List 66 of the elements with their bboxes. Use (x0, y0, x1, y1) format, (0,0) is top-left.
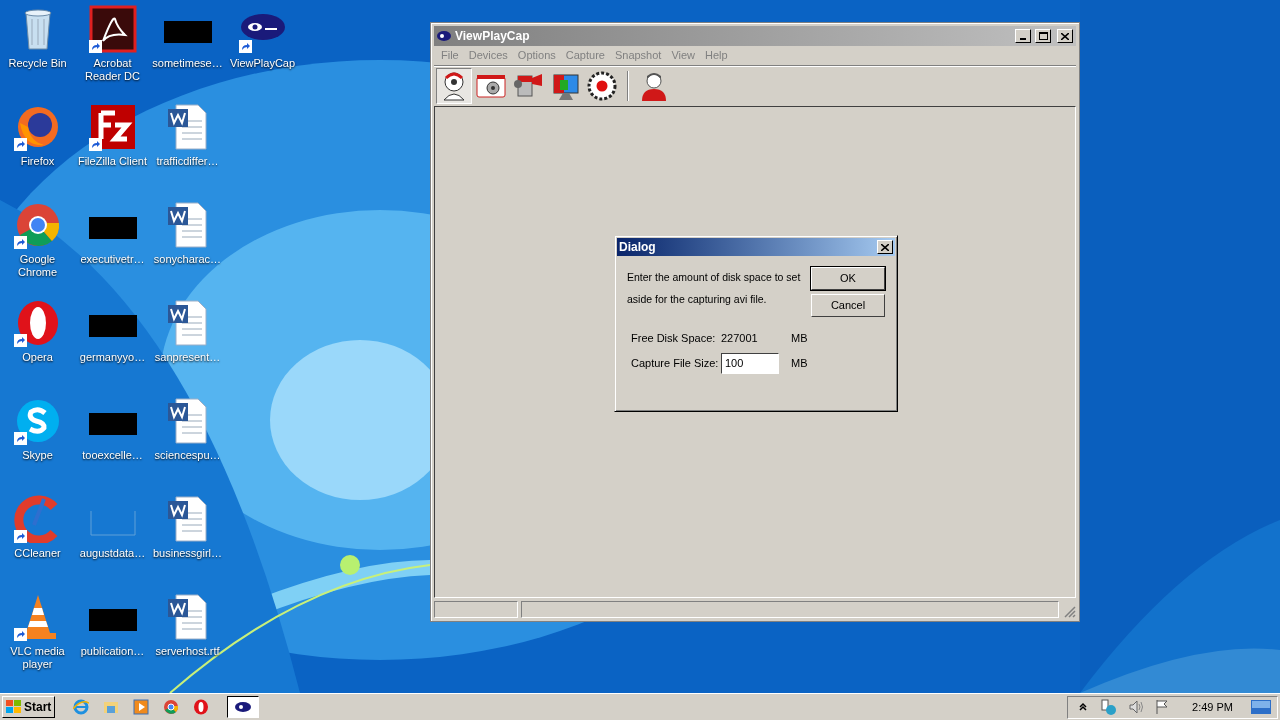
desktop-icon-label: executivetr… (79, 253, 146, 266)
acrobat-icon[interactable] (88, 5, 137, 53)
desktop-icon-label: CCleaner (13, 547, 62, 560)
close-button[interactable] (1057, 29, 1073, 43)
desktop-icon-label: VLC media player (9, 645, 66, 671)
opera-icon[interactable] (193, 699, 210, 715)
field-label: Capture File Size: (631, 355, 720, 371)
desktop-icon-label: trafficdiffer… (155, 155, 220, 168)
dialog-button[interactable]: OK (811, 267, 885, 290)
desktop-icon-label: Recycle Bin (7, 57, 68, 70)
desktop-icon-label: serverhost.rtf (154, 645, 221, 658)
desktop-icon-label: Google Chrome (16, 253, 59, 279)
desktop-icon-label: sonycharac… (152, 253, 223, 266)
dialog-title: Dialog (619, 239, 656, 256)
start-button[interactable]: Start (2, 696, 56, 718)
unit-label: MB (791, 355, 808, 371)
desktop-icon-label: augustdata… (78, 547, 147, 560)
viewplaycap-icon (235, 702, 252, 712)
app-icon (437, 31, 451, 41)
network-icon[interactable] (1100, 699, 1119, 715)
menu-item[interactable]: Capture (560, 47, 610, 64)
menu-item[interactable]: View (666, 47, 701, 64)
capture-size-field[interactable]: 100 (721, 352, 779, 374)
dialog-message: Enter the amount of disk space to set aside for the capturing avi file. (627, 270, 802, 307)
menu-item[interactable]: File (436, 47, 464, 64)
windows-logo-icon (6, 700, 22, 714)
menu-item[interactable]: Options (512, 47, 561, 64)
filezilla-icon[interactable] (88, 103, 137, 151)
desktop-icon-label: sciencespu… (153, 449, 222, 462)
menu-item[interactable]: Snapshot (609, 47, 667, 64)
desktop-icon-label: germanyyo… (78, 351, 147, 364)
desktop-icon-label: sanpresent… (153, 351, 222, 364)
chrome-icon[interactable] (13, 201, 62, 249)
dialog-button[interactable]: Cancel (811, 294, 885, 317)
unit-label: MB (791, 330, 808, 346)
desktop-icon-label: ViewPlayCap (228, 57, 297, 70)
field-label: Free Disk Space: (631, 330, 717, 346)
record-gear-icon (586, 69, 618, 102)
speaker-icon[interactable] (1128, 699, 1145, 715)
window-title: ViewPlayCap (455, 28, 530, 45)
desktop-icon-label: businessgirl… (151, 547, 224, 560)
desktop-icon-label: Opera (21, 351, 54, 364)
chrome-icon[interactable] (163, 699, 180, 715)
maximize-icon (1038, 32, 1048, 40)
menu-item[interactable]: Help (700, 47, 733, 64)
maximize-button[interactable] (1035, 29, 1051, 43)
desktop-icon-label: publication… (79, 645, 146, 658)
menu-item[interactable]: Devices (463, 47, 513, 64)
desktop-icon-label: sometimese… (151, 57, 224, 70)
desktop-icon-label: Firefox (19, 155, 56, 168)
clock[interactable]: 2:49 PM (1192, 698, 1233, 716)
minimize-icon (1020, 38, 1026, 40)
desktop-icon-label: tooexcelle… (81, 449, 144, 462)
desktop-icon-label: Skype (21, 449, 54, 462)
minimize-button[interactable] (1015, 29, 1031, 43)
desktop-icon-label: FileZilla Client (76, 155, 149, 168)
taskbar-button[interactable] (227, 696, 260, 718)
skype-icon[interactable] (13, 397, 62, 445)
resize-grip-icon[interactable] (1062, 604, 1076, 618)
media-player-icon[interactable] (133, 699, 150, 715)
close-button[interactable] (877, 240, 893, 254)
free-space-value: 227001 (721, 330, 759, 346)
desktop-icon-label: Acrobat Reader DC (84, 57, 141, 83)
close-icon (1061, 32, 1069, 40)
close-icon (881, 243, 889, 251)
toolbar-button[interactable] (436, 67, 472, 104)
